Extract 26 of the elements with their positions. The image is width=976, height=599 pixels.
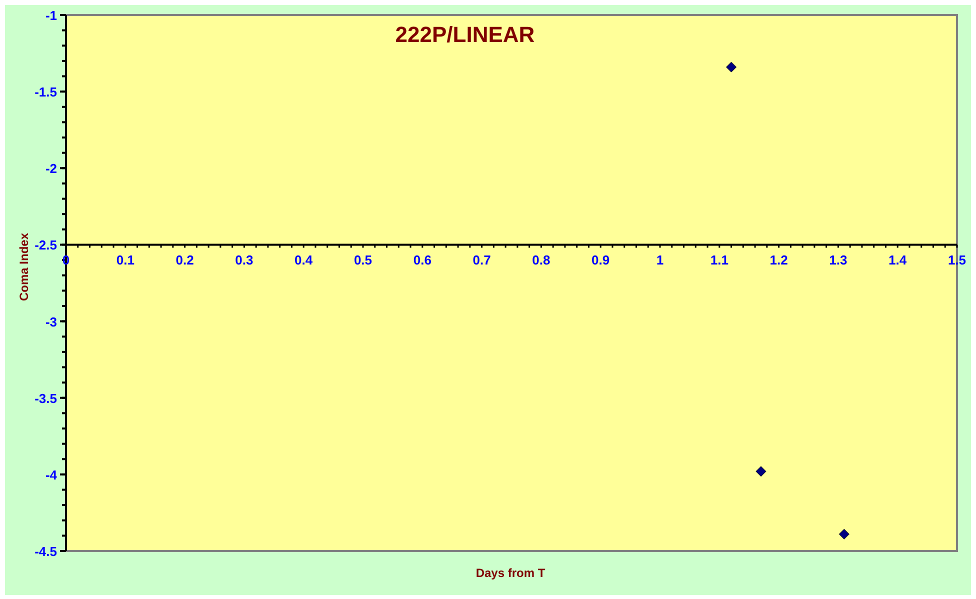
y-tick-label: -3 bbox=[45, 314, 57, 330]
y-tick-label: -3.5 bbox=[34, 390, 57, 406]
x-tick-label: 1 bbox=[656, 252, 664, 268]
x-tick-label: 0.4 bbox=[294, 252, 313, 268]
y-axis-title: Coma Index bbox=[17, 233, 31, 301]
y-tick-label: -1 bbox=[45, 8, 57, 23]
x-tick-label: 1.1 bbox=[710, 252, 728, 268]
y-tick-label: -2.5 bbox=[34, 238, 57, 253]
x-tick-label: 1.2 bbox=[770, 252, 788, 268]
x-tick-label: 0.7 bbox=[472, 252, 491, 268]
x-tick-label: 1.4 bbox=[888, 252, 907, 268]
y-tick-label: -1.5 bbox=[34, 84, 57, 100]
chart-title: 222P/LINEAR bbox=[395, 22, 535, 47]
y-tick-label: -4.5 bbox=[34, 544, 57, 559]
x-tick-label: 1.3 bbox=[829, 252, 848, 268]
x-tick-label: 1.5 bbox=[948, 252, 966, 268]
y-tick-label: -4 bbox=[45, 467, 57, 482]
x-tick-label: 0.5 bbox=[354, 252, 372, 268]
y-tick-label: -2 bbox=[45, 161, 57, 176]
x-tick-label: 0.3 bbox=[235, 252, 254, 268]
x-tick-label: 0.8 bbox=[532, 252, 550, 268]
x-tick-label: 0.6 bbox=[413, 252, 432, 268]
x-tick-label: 0.2 bbox=[176, 252, 194, 268]
x-axis-title: Days from T bbox=[476, 566, 546, 580]
x-tick-label: 0.9 bbox=[592, 252, 610, 268]
x-tick-label: 0.1 bbox=[116, 252, 134, 268]
